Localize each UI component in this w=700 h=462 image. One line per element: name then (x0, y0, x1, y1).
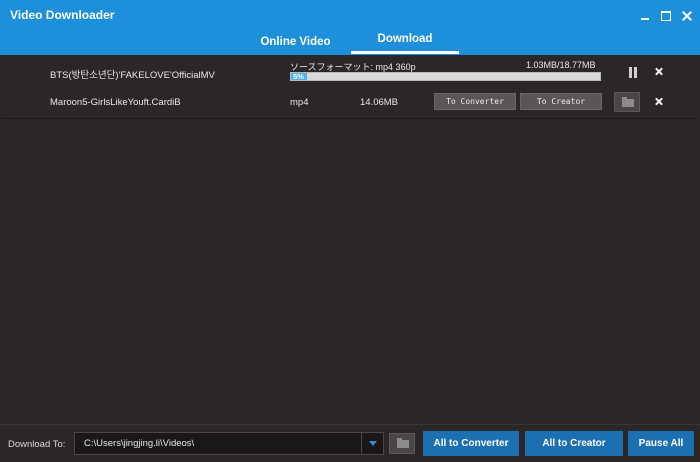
file-name: BTS(방탄소년단)'FAKELOVE'OfficialMV (50, 70, 215, 81)
download-path-input[interactable] (75, 433, 361, 454)
bottom-bar: Download To: All to Converter All to Cre… (0, 424, 700, 462)
all-to-creator-button[interactable]: All to Creator (525, 431, 623, 456)
browse-folder-icon (397, 438, 409, 448)
active-tab-indicator (351, 51, 459, 54)
file-name: Maroon5-GirlsLikeYouft.CardiB (50, 97, 181, 108)
tab-bar: Online Video Download (0, 30, 700, 55)
download-path-field[interactable] (74, 432, 384, 455)
title-bar: Video Downloader Online Video Download (0, 0, 700, 55)
minimize-icon[interactable] (640, 11, 650, 21)
open-folder-button[interactable] (614, 92, 640, 112)
remove-icon[interactable] (654, 96, 665, 108)
open-folder-icon (622, 97, 634, 107)
remove-icon[interactable] (654, 66, 665, 78)
to-converter-button[interactable]: To Converter (434, 93, 516, 110)
pause-all-button[interactable]: Pause All (628, 431, 694, 456)
close-icon[interactable] (682, 11, 692, 21)
dropdown-arrow-icon[interactable] (361, 433, 383, 454)
size-progress: 1.03MB/18.77MB (526, 60, 596, 70)
all-to-converter-button[interactable]: All to Converter (423, 431, 519, 456)
pause-icon[interactable] (628, 67, 638, 78)
browse-folder-button[interactable] (389, 433, 415, 454)
to-creator-button[interactable]: To Creator (520, 93, 602, 110)
file-size: 14.06MB (360, 97, 399, 108)
maximize-icon[interactable] (661, 11, 671, 21)
progress-bar: 5% (290, 72, 601, 81)
window-controls (640, 11, 692, 21)
app-title: Video Downloader (10, 8, 115, 22)
progress-percent: 5% (293, 72, 304, 81)
download-row: BTS(방탄소년단)'FAKELOVE'OfficialMV ソースフォーマット… (2, 57, 698, 89)
download-row: Maroon5-GirlsLikeYouft.CardiB mp4 14.06M… (2, 87, 698, 119)
download-to-label: Download To: (8, 439, 66, 450)
tab-online-video[interactable]: Online Video (248, 30, 343, 55)
file-format: mp4 (290, 97, 309, 108)
